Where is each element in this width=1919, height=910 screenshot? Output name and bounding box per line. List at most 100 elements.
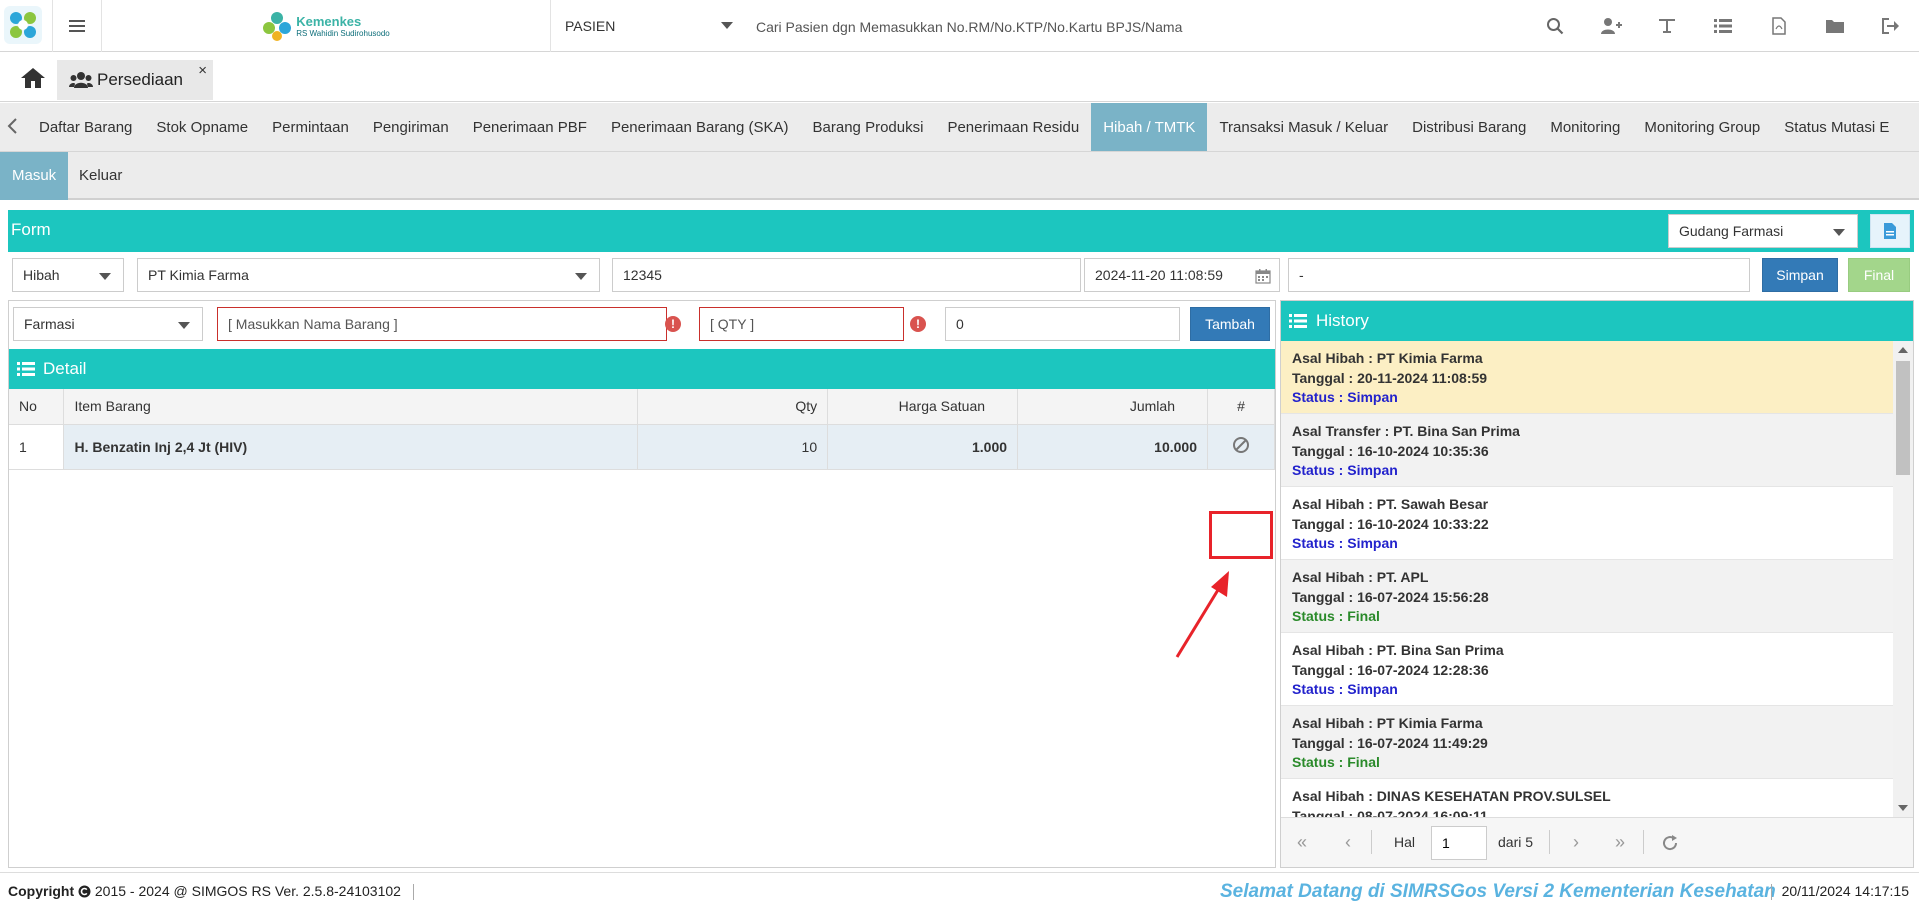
users-icon [69,72,93,88]
pager-hal-label: Hal [1394,834,1416,850]
list-item[interactable]: Asal Transfer : PT. Bina San Prima Tangg… [1281,414,1893,487]
jenis-select[interactable]: Hibah [12,258,124,292]
jenis-value: Hibah [23,267,60,283]
tambah-button[interactable]: Tambah [1190,307,1270,341]
scroll-down-icon[interactable] [1898,805,1908,811]
nav-barang-produksi[interactable]: Barang Produksi [801,103,936,151]
nav-status-mutasi[interactable]: Status Mutasi E [1772,103,1901,151]
history-asal: Asal Transfer : PT. Bina San Prima [1292,423,1520,439]
last-page-icon[interactable]: » [1615,833,1625,851]
nav-monitoring-group[interactable]: Monitoring Group [1632,103,1772,151]
history-status: Status : Final [1292,754,1380,770]
keterangan-field[interactable]: - [1288,258,1750,292]
list-item[interactable]: Asal Hibah : PT Kimia Farma Tanggal : 20… [1281,341,1893,414]
calendar-icon[interactable] [1255,268,1271,284]
folder-button[interactable] [1807,0,1863,52]
gudang-select[interactable]: Gudang Farmasi [1668,214,1858,248]
list-icon [1289,314,1307,328]
scroll-up-icon[interactable] [1898,347,1908,353]
nama-barang-field[interactable] [217,307,667,341]
logo-subtitle: RS Wahidin Sudirohusodo [296,28,390,38]
next-page-icon[interactable]: › [1573,833,1579,851]
close-tab-icon[interactable]: × [198,62,207,79]
keterangan-value: - [1299,267,1304,283]
list-item[interactable]: Asal Hibah : PT Kimia Farma Tanggal : 16… [1281,706,1893,779]
list-item[interactable]: Asal Hibah : PT. APL Tanggal : 16-07-202… [1281,560,1893,633]
hamburger-menu-button[interactable] [52,0,102,52]
qty-input[interactable] [710,316,893,332]
asal-value: PT Kimia Farma [148,267,249,283]
home-button[interactable] [12,60,54,96]
list-item[interactable]: Asal Hibah : PT. Sawah Besar Tanggal : 1… [1281,487,1893,560]
nav-distribusi-barang[interactable]: Distribusi Barang [1400,103,1538,151]
nav-penerimaan-residu[interactable]: Penerimaan Residu [935,103,1091,151]
tab-keluar[interactable]: Keluar [67,152,134,200]
app-logo-icon[interactable] [4,6,42,44]
pager-divider [1643,830,1644,854]
footer-divider [412,884,414,901]
welcome-marquee: Selamat Datang di SIMRSGos Versi 2 Kemen… [1220,881,1776,902]
harga-field[interactable]: 0 [945,307,1180,341]
chevron-left-icon[interactable] [6,117,18,135]
asal-select[interactable]: PT Kimia Farma [137,258,600,292]
search-button[interactable] [1527,0,1583,52]
logout-button[interactable] [1863,0,1919,52]
new-document-button[interactable] [1870,214,1910,248]
tab-persediaan[interactable]: Persediaan × [57,60,213,100]
simpan-button[interactable]: Simpan [1762,258,1838,292]
col-jumlah[interactable]: Jumlah [1017,389,1208,425]
list-item[interactable]: Asal Hibah : PT. Bina San Prima Tanggal … [1281,633,1893,706]
nav-hibah-tmtk[interactable]: Hibah / TMTK [1091,103,1208,151]
nav-penerimaan-barang-ska[interactable]: Penerimaan Barang (SKA) [599,103,801,151]
tab-masuk[interactable]: Masuk [0,152,69,200]
add-user-icon [1601,18,1622,34]
scroll-thumb[interactable] [1896,361,1910,475]
history-header: History [1281,301,1913,341]
tanggal-field[interactable]: 2024-11-20 11:08:59 [1084,258,1280,292]
kemenkes-logo: Kemenkes RS Wahidin Sudirohusodo [102,0,551,52]
list-button[interactable] [1695,0,1751,52]
nomor-field[interactable]: 12345 [612,258,1081,292]
nav-permintaan[interactable]: Permintaan [260,103,361,151]
patient-search-input[interactable] [756,14,1316,40]
nav-stok-opname[interactable]: Stok Opname [144,103,260,151]
footer-datetime: 20/11/2024 14:17:15 [1770,883,1909,901]
table-row[interactable]: 1 H. Benzatin Inj 2,4 Jt (HIV) 10 1.000 … [9,424,1276,470]
text-button[interactable] [1639,0,1695,52]
page-number-input[interactable] [1431,826,1487,860]
kategori-value: Farmasi [24,316,75,332]
row-harga[interactable]: 1.000 [827,424,1019,470]
patient-type-select[interactable]: PASIEN [565,0,735,52]
list-item[interactable]: Asal Hibah : DINAS KESEHATAN PROV.SULSEL… [1281,779,1893,817]
nav-transaksi-masuk-keluar[interactable]: Transaksi Masuk / Keluar [1207,103,1400,151]
row-qty[interactable]: 10 [637,424,829,470]
pager-total-label: dari 5 [1498,834,1534,850]
history-status: Status : Simpan [1292,535,1398,551]
final-button[interactable]: Final [1848,258,1910,292]
col-action: # [1207,389,1276,425]
cancel-icon[interactable] [1232,436,1250,454]
nav-monitoring[interactable]: Monitoring [1538,103,1632,151]
first-page-icon[interactable]: « [1297,833,1307,851]
nav-penerimaan-pbf[interactable]: Penerimaan PBF [461,103,599,151]
nav-daftar-barang[interactable]: Daftar Barang [27,103,144,151]
add-patient-button[interactable] [1583,0,1639,52]
detail-area: Farmasi ! ! 0 Tambah Detail No Item B [8,300,1276,868]
col-harga-satuan[interactable]: Harga Satuan [827,389,1019,425]
pdf-button[interactable] [1751,0,1807,52]
row-item-barang[interactable]: H. Benzatin Inj 2,4 Jt (HIV) [63,424,639,470]
col-item-barang[interactable]: Item Barang [63,389,639,425]
refresh-icon[interactable] [1661,834,1679,852]
col-qty[interactable]: Qty [637,389,829,425]
nav-pengiriman[interactable]: Pengiriman [361,103,461,151]
annotation-arrow-icon [1175,571,1229,658]
qty-field[interactable] [699,307,904,341]
search-icon [1547,18,1564,35]
kategori-select[interactable]: Farmasi [13,307,203,341]
history-asal: Asal Hibah : DINAS KESEHATAN PROV.SULSEL [1292,788,1611,804]
history-scrollbar[interactable] [1893,341,1913,817]
history-pager: « ‹ Hal dari 5 › » [1281,817,1913,867]
nama-barang-input[interactable] [228,316,656,332]
logo-title: Kemenkes [296,13,362,29]
prev-page-icon[interactable]: ‹ [1345,833,1351,851]
